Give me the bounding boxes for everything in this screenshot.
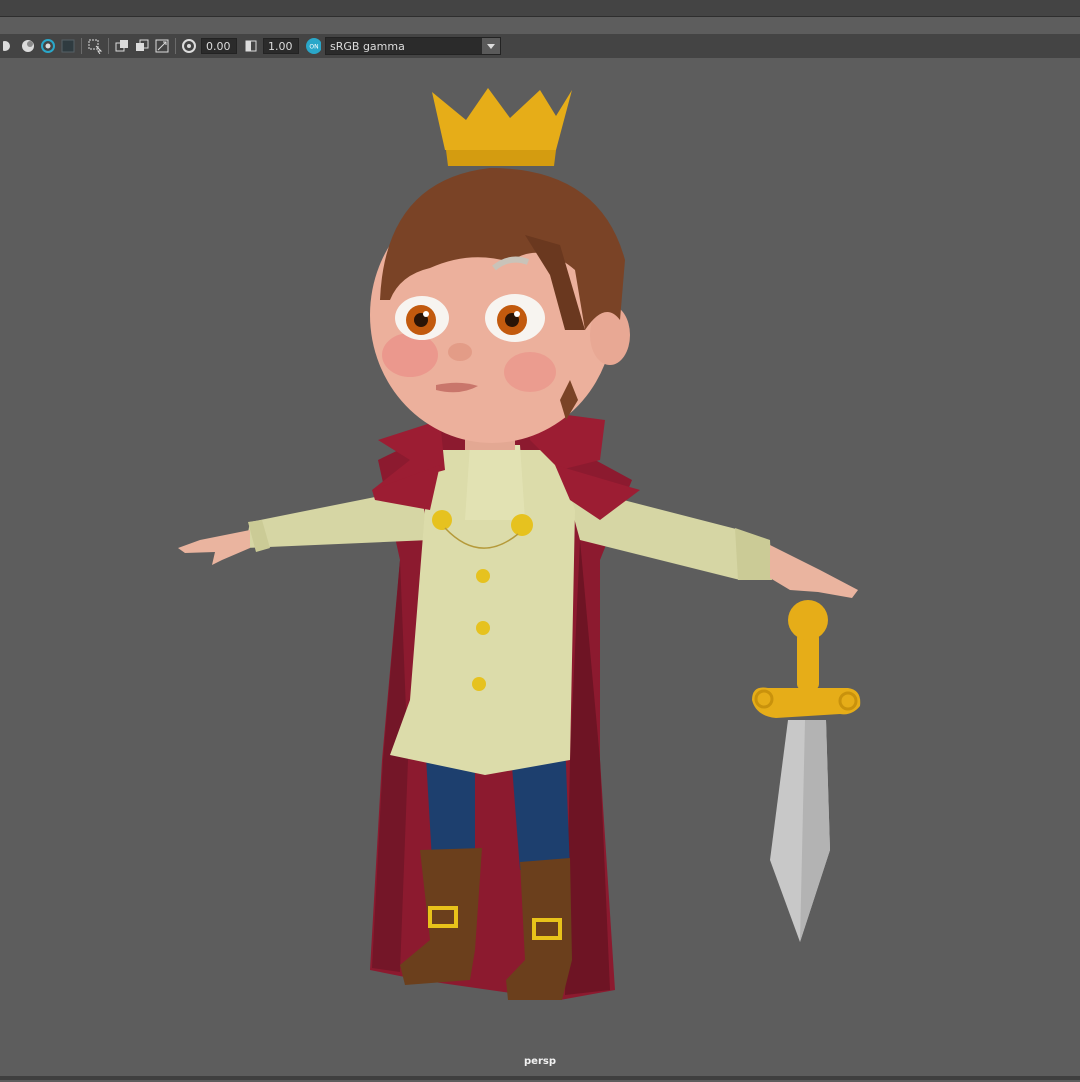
sword-grip — [797, 632, 819, 690]
exposure-field[interactable]: 0.00 — [201, 38, 237, 54]
shaded-sphere-icon[interactable] — [20, 38, 36, 54]
crown-band — [446, 150, 556, 166]
right-cuff — [735, 528, 772, 580]
view-transform-toggle-icon[interactable]: ON — [305, 38, 321, 54]
color-space-dropdown[interactable]: sRGB gamma — [325, 37, 501, 55]
gamma-icon[interactable] — [243, 38, 259, 54]
toolbar-separator — [81, 38, 82, 54]
ambient-occlusion-icon[interactable] — [40, 38, 56, 54]
left-hand — [178, 530, 250, 565]
sword-blade-bevel — [800, 720, 830, 942]
chevron-down-icon[interactable] — [482, 38, 500, 54]
right-hand — [770, 545, 858, 598]
right-eye-highlight — [514, 311, 520, 317]
right-cheek — [504, 352, 556, 392]
menu-bar-strip — [0, 0, 1080, 17]
xray-joints-icon[interactable] — [134, 38, 150, 54]
viewport-bottom-border — [0, 1076, 1080, 1080]
toolbar-separator — [175, 38, 176, 54]
xray-icon[interactable] — [114, 38, 130, 54]
crown-points — [432, 88, 572, 150]
viewport-toolbar: 0.00 1.00 ON sRGB gamma — [0, 34, 1080, 58]
tunic-button-1 — [476, 569, 490, 583]
brooch-right — [511, 514, 533, 536]
left-eye-highlight — [423, 311, 429, 317]
toolbar-separator — [108, 38, 109, 54]
sword-pommel — [788, 600, 828, 640]
character-model-render — [178, 88, 861, 1000]
color-space-label: sRGB gamma — [330, 39, 405, 53]
tunic-button-3 — [472, 677, 486, 691]
nose — [448, 343, 472, 361]
gamma-field[interactable]: 1.00 — [263, 38, 299, 54]
backface-culling-icon[interactable] — [154, 38, 170, 54]
camera-label: persp — [524, 1056, 556, 1067]
partial-sphere-icon[interactable] — [0, 38, 16, 54]
left-cheek — [382, 333, 438, 377]
exposure-icon[interactable] — [181, 38, 197, 54]
colorspace-toggle-badge: ON — [309, 44, 318, 51]
3d-viewport[interactable] — [0, 58, 1080, 1078]
isolate-select-icon[interactable] — [87, 38, 103, 54]
tunic-collar — [465, 445, 525, 520]
tunic-button-2 — [476, 621, 490, 635]
brooch-left — [432, 510, 452, 530]
wireframe-toggle-icon[interactable] — [60, 38, 76, 54]
